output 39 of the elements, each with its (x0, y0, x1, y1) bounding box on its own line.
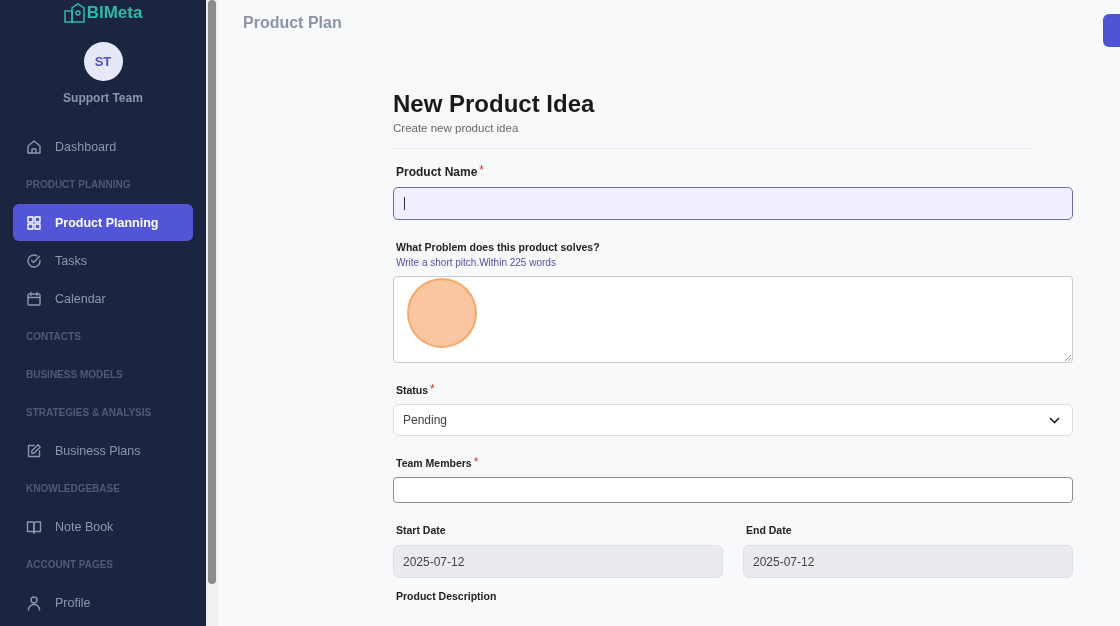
sidebar-item[interactable]: Profile (13, 584, 193, 621)
field-label: End Date (745, 524, 793, 536)
avatar: ST (83, 42, 123, 81)
user-name: Support Team (63, 91, 143, 105)
sidebar-item[interactable]: Tasks (13, 242, 193, 279)
field-label: Team Members (396, 457, 472, 469)
sidebar-item[interactable]: Business Plans (13, 432, 193, 469)
chevron-down-icon (1049, 416, 1060, 424)
book-icon (26, 518, 42, 535)
field-label: Status (396, 384, 429, 396)
required-mark: * (473, 457, 479, 467)
check-circle-icon (26, 252, 42, 269)
sidebar-item[interactable]: Product Planning (13, 204, 193, 241)
field-hint: Write a short pitch.Within 225 words (396, 257, 557, 268)
field-label: What Problem does this product solves? (396, 241, 600, 253)
field-label: Start Date (395, 524, 447, 536)
required-mark: * (430, 384, 435, 394)
field-label: Product Description (395, 590, 498, 602)
edit-icon (26, 442, 42, 459)
text-cursor (404, 197, 405, 210)
status-select[interactable]: Pending (393, 404, 1073, 436)
form-subtitle: Create new product idea (393, 122, 520, 134)
logo-text: BIMeta (86, 3, 143, 23)
resize-handle-icon[interactable] (1064, 354, 1071, 361)
required-mark: * (479, 165, 485, 175)
field-label: Product Name (396, 165, 478, 179)
sidebar-item[interactable]: Calendar (13, 280, 193, 317)
buildings-icon (63, 3, 86, 23)
user-icon (26, 594, 42, 611)
page-title: Product Plan (243, 14, 342, 32)
form-title: New Product Idea (393, 90, 596, 118)
sidebar-item[interactable]: Dashboard (13, 128, 193, 165)
input-field[interactable] (393, 187, 1073, 220)
grid-icon (26, 214, 42, 231)
sidebar-item[interactable]: Note Book (13, 508, 193, 545)
scrollbar[interactable] (206, 0, 218, 626)
calendar-icon (26, 290, 42, 307)
input-field[interactable] (393, 477, 1073, 503)
home-icon (26, 138, 42, 155)
